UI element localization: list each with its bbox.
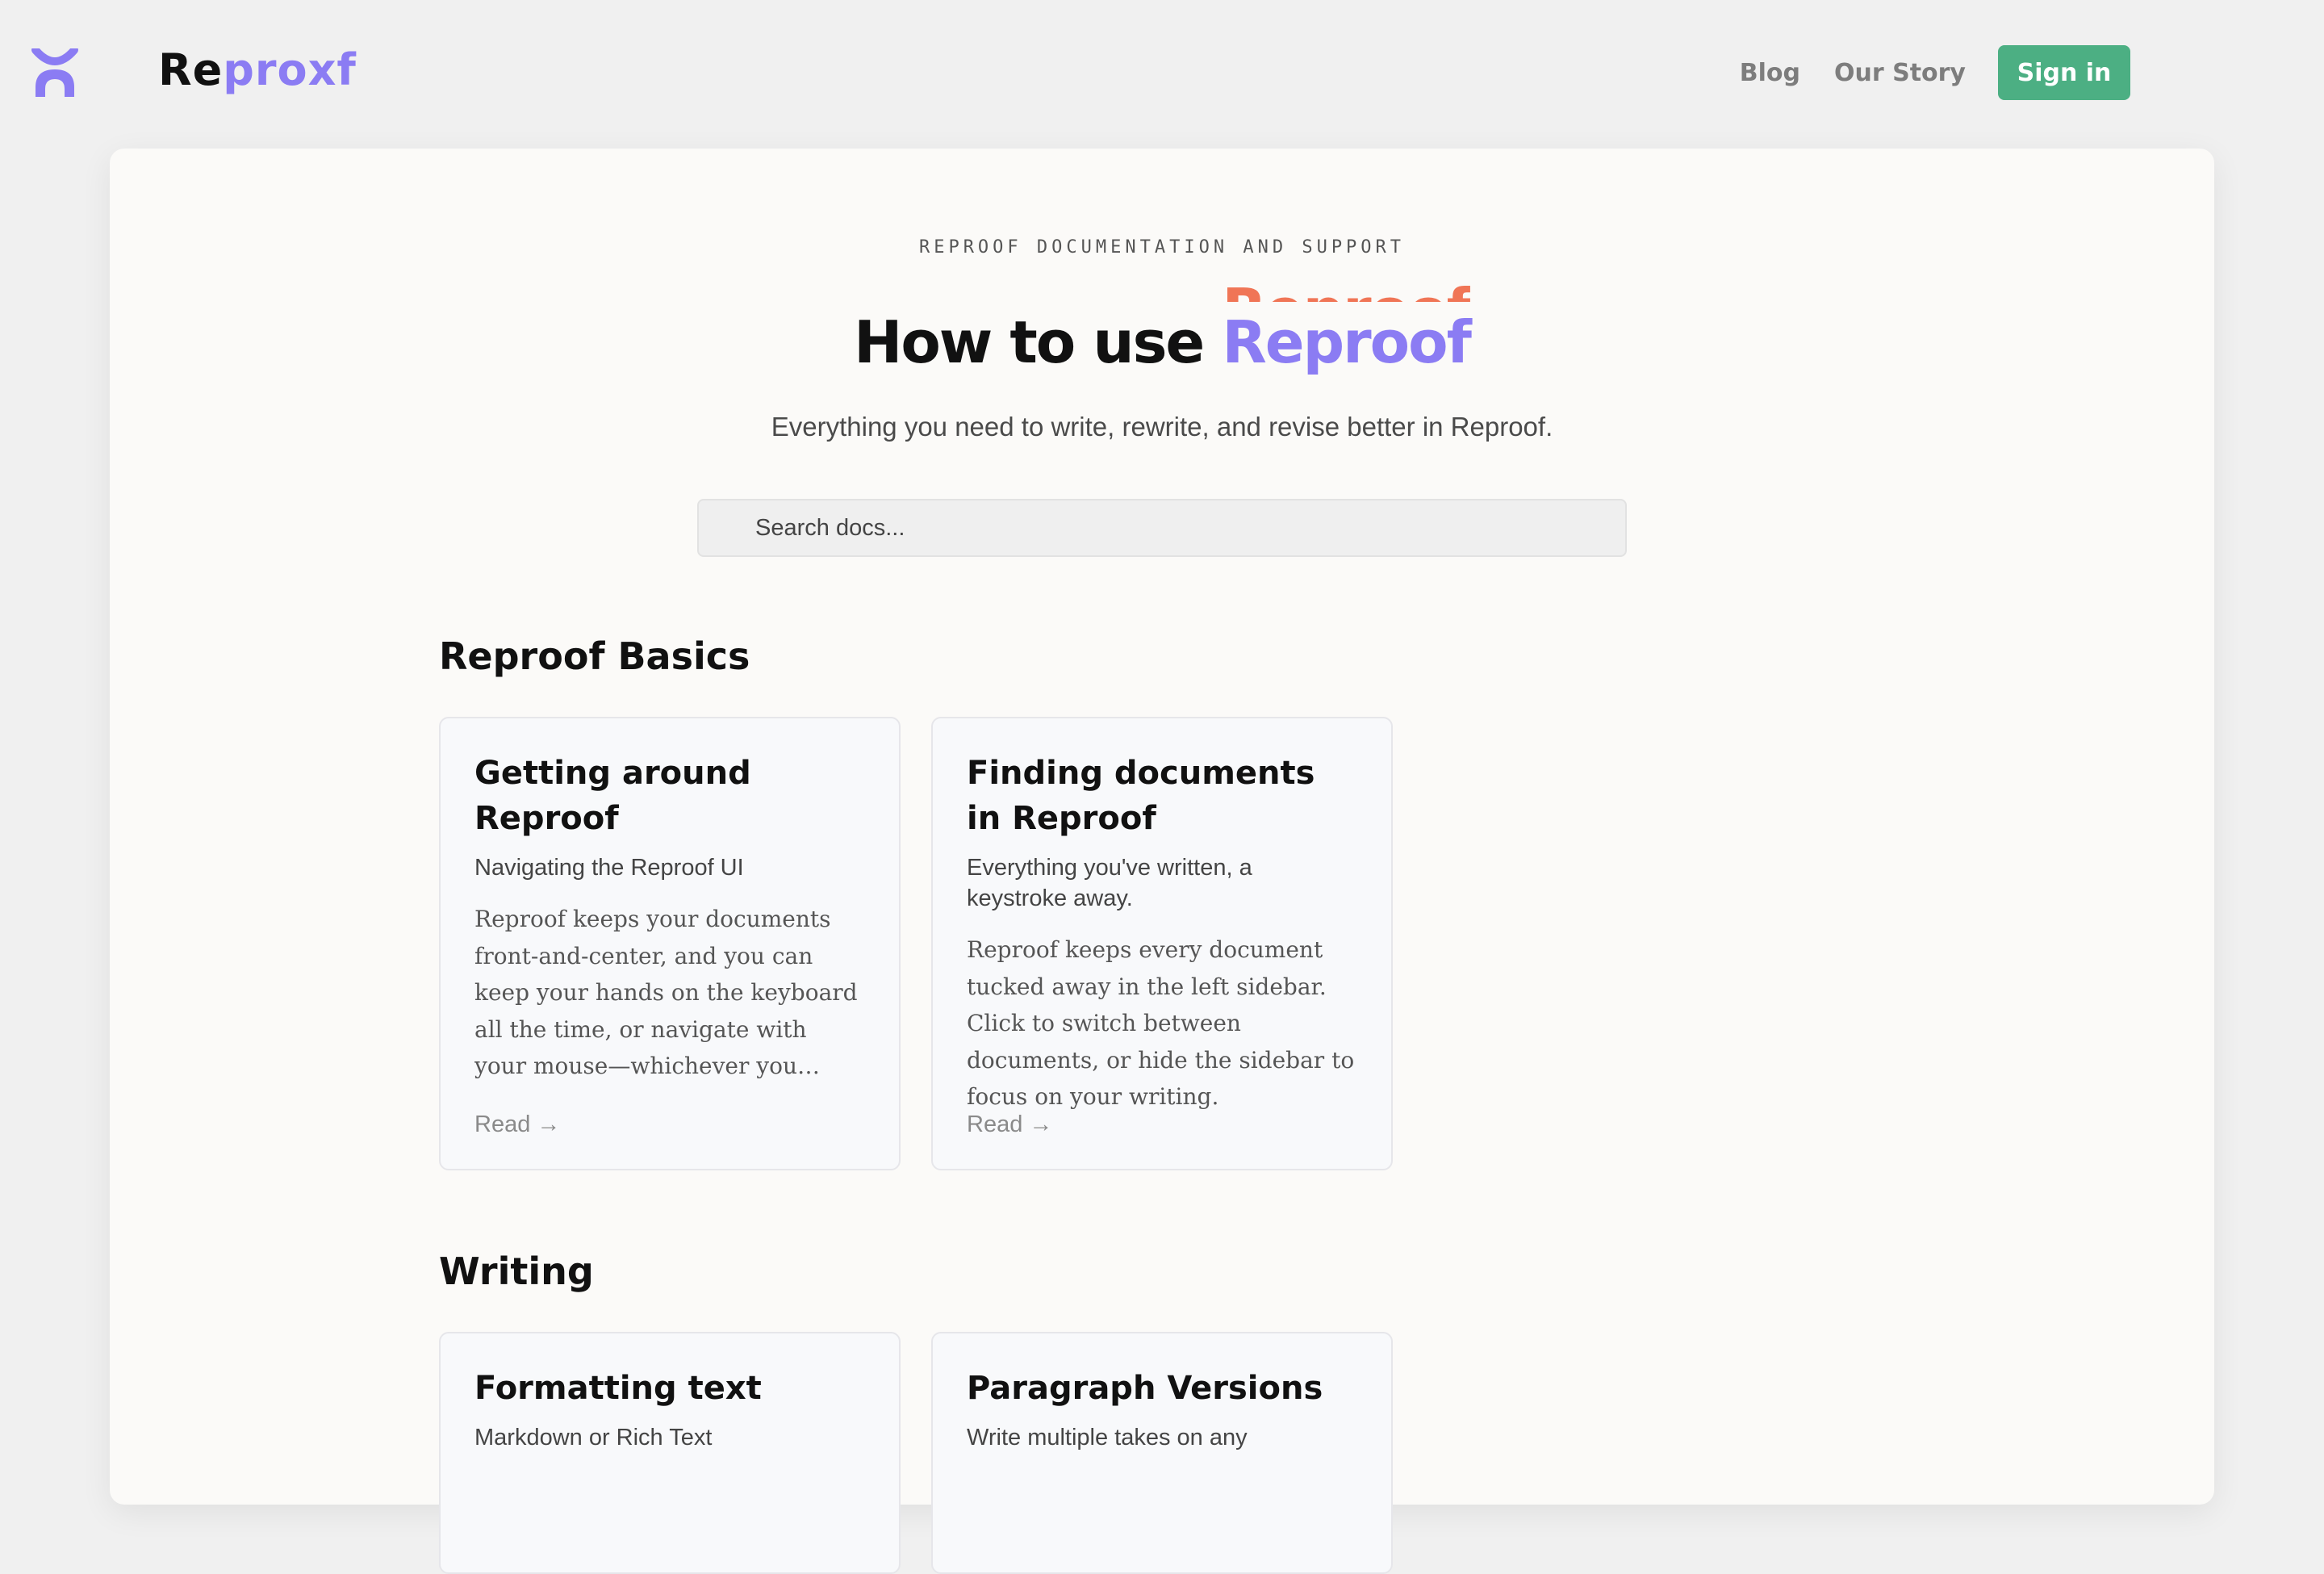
card-title: Finding documents in Reproof xyxy=(967,755,1315,837)
wordmark-part: Re xyxy=(158,44,224,95)
doc-card[interactable]: Finding documents in Reproof Everything … xyxy=(931,717,1393,1170)
reproof-logo-icon[interactable] xyxy=(31,48,79,98)
doc-card[interactable]: Formatting text Markdown or Rich Text xyxy=(439,1332,901,1574)
search-docs-input[interactable] xyxy=(697,499,1627,557)
doc-card[interactable]: Paragraph Versions Write multiple takes … xyxy=(931,1332,1393,1574)
eyebrow-text: REPROOF DOCUMENTATION AND SUPPORT xyxy=(918,237,1406,257)
sign-in-button[interactable]: Sign in xyxy=(1998,45,2130,100)
card-read-link[interactable]: Read → xyxy=(967,1111,1052,1138)
card-title: Getting around Reproof xyxy=(474,755,751,837)
docs-panel: REPROOF DOCUMENTATION AND SUPPORT How to… xyxy=(110,149,2214,1574)
doc-card[interactable]: Getting around Reproof Navigating the Re… xyxy=(439,717,901,1170)
top-navigation-bar: Reproxf Blog Our Story Sign in xyxy=(0,0,2324,149)
page-title: How to use Reproof Reproof xyxy=(110,276,2214,383)
reproof-wordmark[interactable]: Reproxf xyxy=(158,42,357,98)
card-subtitle: Write multiple takes on any xyxy=(967,1425,1248,1451)
card-body: Reproof keeps your documents front-and-c… xyxy=(474,906,858,1080)
nav-blog-link[interactable]: Blog xyxy=(1740,59,1800,87)
card-body: Reproof keeps every document tucked away… xyxy=(967,936,1355,1111)
page-title-brand: Reproof Reproof xyxy=(1222,276,1472,383)
card-subtitle: Everything you've written, a keystroke a… xyxy=(967,855,1252,911)
section-title-writing: Writing xyxy=(439,1250,594,1293)
page-title-brand-text: Reproof xyxy=(1222,308,1472,376)
section-title-basics: Reproof Basics xyxy=(439,634,750,678)
card-title: Formatting text xyxy=(474,1370,762,1407)
nav-our-story-link[interactable]: Our Story xyxy=(1834,59,1966,87)
page-subtitle: Everything you need to write, rewrite, a… xyxy=(771,412,1553,442)
card-title: Paragraph Versions xyxy=(967,1370,1323,1407)
card-read-link[interactable]: Read → xyxy=(474,1111,560,1138)
page-title-prefix: How to use xyxy=(854,308,1205,376)
wordmark-part-accent: proxf xyxy=(223,44,357,95)
card-subtitle: Navigating the Reproof UI xyxy=(474,855,744,881)
header-nav: Blog Our Story Sign in xyxy=(1706,45,2130,100)
card-subtitle: Markdown or Rich Text xyxy=(474,1425,713,1451)
